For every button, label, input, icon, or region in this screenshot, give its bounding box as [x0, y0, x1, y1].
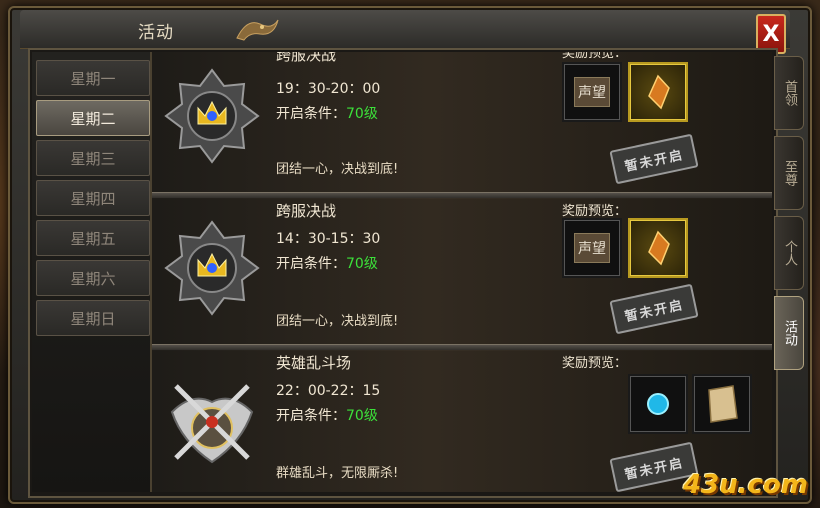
event-time: 14：30-15：30 — [276, 231, 381, 247]
day-tab-wednesday[interactable]: 星期三 — [36, 140, 150, 176]
side-tab-label: 活动 — [782, 320, 797, 346]
side-tab-supreme[interactable]: 至尊 — [774, 136, 804, 210]
gold-shard-icon — [648, 74, 670, 110]
event-description: 群雄乱斗，无限厮杀! — [276, 466, 399, 481]
side-tab-label: 个人 — [782, 240, 797, 266]
event-row: 英雄乱斗场 22：00-22：15 开启条件：70级 群雄乱斗，无限厮杀! 奖励… — [152, 350, 772, 492]
window-title: 活动 — [138, 23, 174, 43]
not-open-stamp: 暂未开启 — [609, 133, 699, 185]
dragon-ornament-icon — [236, 19, 279, 41]
event-row: 跨服决战 14：30-15：30 开启条件：70级 团结一心，决战到底! 奖励预… — [152, 198, 772, 345]
parchment-scroll-icon[interactable] — [692, 374, 752, 434]
crown-shield-emblem-icon — [164, 220, 260, 316]
day-tab-tuesday[interactable]: 星期二 — [36, 100, 150, 136]
side-tab-label: 首领 — [782, 80, 797, 106]
day-tab-thursday[interactable]: 星期四 — [36, 180, 150, 216]
title-bar[interactable]: 活动 X — [20, 10, 790, 54]
reward-preview-label: 奖励预览： — [562, 52, 628, 61]
event-description: 团结一心，决战到底! — [276, 162, 399, 177]
content-frame: 星期一 星期二 星期三 星期四 星期五 星期六 星期日 跨服决战 19：30-2… — [28, 48, 778, 498]
blue-orb-icon[interactable] — [628, 374, 688, 434]
event-condition: 开启条件：70级 — [276, 253, 378, 273]
prestige-scroll-icon[interactable]: 声望 — [562, 62, 622, 122]
day-tab-saturday[interactable]: 星期六 — [36, 260, 150, 296]
required-level: 70级 — [346, 106, 378, 122]
condition-label: 开启条件： — [276, 408, 346, 424]
prestige-scroll-icon[interactable]: 声望 — [562, 218, 622, 278]
event-list[interactable]: 跨服决战 19：30-20：00 开启条件：70级 团结一心，决战到底! 奖励预… — [152, 52, 772, 492]
event-condition: 开启条件：70级 — [276, 103, 378, 123]
event-row: 跨服决战 19：30-20：00 开启条件：70级 团结一心，决战到底! 奖励预… — [152, 52, 772, 193]
event-name: 英雄乱斗场 — [276, 354, 352, 372]
weekday-panel: 星期一 星期二 星期三 星期四 星期五 星期六 星期日 — [32, 52, 152, 492]
site-watermark: 43u.com — [683, 470, 808, 500]
condition-label: 开启条件： — [276, 256, 346, 272]
day-tab-monday[interactable]: 星期一 — [36, 60, 150, 96]
day-tab-friday[interactable]: 星期五 — [36, 220, 150, 256]
side-tab-label: 至尊 — [782, 160, 797, 186]
crown-shield-emblem-icon — [164, 68, 260, 164]
required-level: 70级 — [346, 256, 378, 272]
event-time: 19：30-20：00 — [276, 81, 381, 97]
blue-orb-icon — [647, 393, 669, 415]
condition-label: 开启条件： — [276, 106, 346, 122]
required-level: 70级 — [346, 408, 378, 424]
side-tab-activity[interactable]: 活动 — [774, 296, 804, 370]
gold-shard-icon[interactable] — [628, 218, 688, 278]
side-tab-personal[interactable]: 个人 — [774, 216, 804, 290]
day-tab-sunday[interactable]: 星期日 — [36, 300, 150, 336]
event-name: 跨服决战 — [276, 52, 337, 64]
side-tab-bar: 首领 至尊 个人 活动 — [774, 56, 804, 396]
event-condition: 开启条件：70级 — [276, 405, 378, 425]
event-time: 22：00-22：15 — [276, 383, 381, 399]
gold-shard-icon[interactable] — [628, 62, 688, 122]
gold-shard-icon — [648, 230, 670, 266]
reward-preview-label: 奖励预览： — [562, 204, 628, 219]
activity-window: 活动 X 星期一 星期二 星期三 星期四 星期五 星期六 星期日 跨服决战 19… — [8, 6, 812, 504]
not-open-stamp: 暂未开启 — [609, 283, 699, 335]
reward-preview-label: 奖励预览： — [562, 356, 628, 371]
side-tab-boss[interactable]: 首领 — [774, 56, 804, 130]
parchment-scroll-icon — [708, 385, 738, 423]
event-name: 跨服决战 — [276, 202, 337, 220]
crossed-swords-emblem-icon — [170, 384, 254, 464]
event-description: 团结一心，决战到底! — [276, 314, 399, 329]
